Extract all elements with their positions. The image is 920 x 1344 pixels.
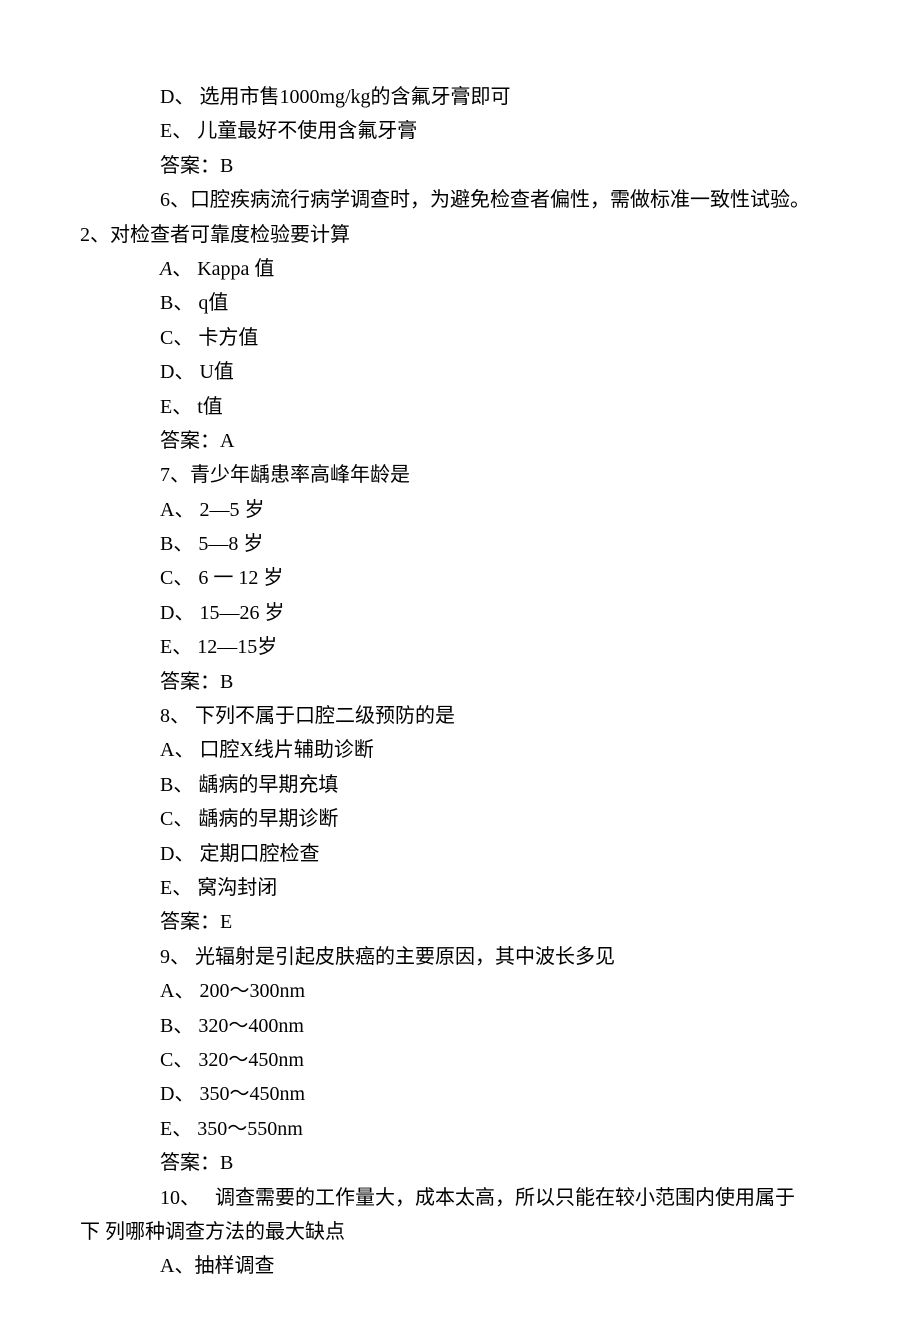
text-line: A、 200～300nm	[0, 974, 920, 1008]
line-text: E、 儿童最好不使用含氟牙膏	[160, 120, 417, 142]
text-line: 答案：E	[0, 905, 920, 939]
text-line: A、 2—5 岁	[0, 493, 920, 527]
line-text: A、 2—5 岁	[160, 499, 264, 521]
text-line: E、 12—15岁	[0, 630, 920, 664]
text-line: C、 龋病的早期诊断	[0, 802, 920, 836]
line-text: 6、口腔疾病流行病学调查时，为避免检查者偏性，需做标准一致性试验。	[160, 189, 810, 211]
text-line: 下 列哪种调查方法的最大缺点	[0, 1215, 920, 1249]
text-line: B、 q值	[0, 286, 920, 320]
text-line: 答案：B	[0, 665, 920, 699]
text-line: B、 龋病的早期充填	[0, 768, 920, 802]
text-line: E、 窝沟封闭	[0, 871, 920, 905]
text-line: 答案：A	[0, 424, 920, 458]
line-text: A、 口腔X线片辅助诊断	[160, 739, 374, 761]
text-line: B、 320～400nm	[0, 1009, 920, 1043]
text-line: E、 儿童最好不使用含氟牙膏	[0, 114, 920, 148]
line-text: 10、 调查需要的工作量大，成本太高，所以只能在较小范围内使用属于	[160, 1187, 795, 1209]
text-line: 10、 调查需要的工作量大，成本太高，所以只能在较小范围内使用属于	[0, 1181, 920, 1215]
line-text: C、 卡方值	[160, 327, 258, 349]
line-text: E、 t值	[160, 396, 223, 418]
text-line: D、 选用市售1000mg/kg的含氟牙膏即可	[0, 80, 920, 114]
line-text: D、 15—26 岁	[160, 602, 284, 624]
line-text: E、 350～550nm	[160, 1118, 303, 1140]
text-line: A、 口腔X线片辅助诊断	[0, 733, 920, 767]
text-line: D、 U值	[0, 355, 920, 389]
text-line: D、 15—26 岁	[0, 596, 920, 630]
text-line: 9、 光辐射是引起皮肤癌的主要原因，其中波长多见	[0, 940, 920, 974]
line-text: 答案：B	[160, 1152, 233, 1174]
line-text: E、 窝沟封闭	[160, 877, 277, 899]
line-text: 答案：E	[160, 911, 232, 933]
line-text: 7、青少年龋患率高峰年龄是	[160, 464, 410, 486]
text-line: C、 卡方值	[0, 321, 920, 355]
line-text: C、 龋病的早期诊断	[160, 808, 338, 830]
text-line: C、 320～450nm	[0, 1043, 920, 1077]
document-body: D、 选用市售1000mg/kg的含氟牙膏即可 E、 儿童最好不使用含氟牙膏答案：…	[0, 80, 920, 1284]
text-line: B、 5—8 岁	[0, 527, 920, 561]
text-line: C、 6 一 12 岁	[0, 561, 920, 595]
line-text: E、 12—15岁	[160, 636, 277, 658]
line-text: C、 320～450nm	[160, 1049, 304, 1071]
text-line: A、 Kappa 值	[0, 252, 920, 286]
text-line: E、 t值	[0, 390, 920, 424]
text-line: A、抽样调查	[0, 1249, 920, 1283]
text-line: D、 350～450nm	[0, 1077, 920, 1111]
line-text: 答案：A	[160, 430, 234, 452]
line-text: D、 选用市售1000mg/kg的含氟牙膏即可	[160, 86, 511, 108]
line-text: 答案：B	[160, 155, 233, 177]
line-text: B、 5—8 岁	[160, 533, 263, 555]
line-text: D、 350～450nm	[160, 1083, 305, 1105]
text-line: D、 定期口腔检查	[0, 837, 920, 871]
line-text: A、抽样调查	[160, 1255, 274, 1277]
text-line: 6、口腔疾病流行病学调查时，为避免检查者偏性，需做标准一致性试验。	[0, 183, 920, 217]
text-line: 答案：B	[0, 149, 920, 183]
line-text: B、 320～400nm	[160, 1015, 304, 1037]
line-text: B、 龋病的早期充填	[160, 774, 338, 796]
italic-prefix: A	[160, 258, 172, 280]
text-line: 8、 下列不属于口腔二级预防的是	[0, 699, 920, 733]
line-text: 9、 光辐射是引起皮肤癌的主要原因，其中波长多见	[160, 946, 615, 968]
text-line: 答案：B	[0, 1146, 920, 1180]
line-text: B、 q值	[160, 292, 228, 314]
text-line: 7、青少年龋患率高峰年龄是	[0, 458, 920, 492]
line-text: D、 U值	[160, 361, 234, 383]
text-line: 2、对检查者可靠度检验要计算	[0, 218, 920, 252]
line-text: A、 200～300nm	[160, 980, 305, 1002]
line-text: 2、对检查者可靠度检验要计算	[80, 224, 350, 246]
line-text: 答案：B	[160, 671, 233, 693]
line-text: 下 列哪种调查方法的最大缺点	[80, 1221, 345, 1243]
line-text: 、 Kappa 值	[172, 258, 274, 280]
text-line: E、 350～550nm	[0, 1112, 920, 1146]
line-text: D、 定期口腔检查	[160, 843, 319, 865]
line-text: 8、 下列不属于口腔二级预防的是	[160, 705, 455, 727]
line-text: C、 6 一 12 岁	[160, 567, 283, 589]
